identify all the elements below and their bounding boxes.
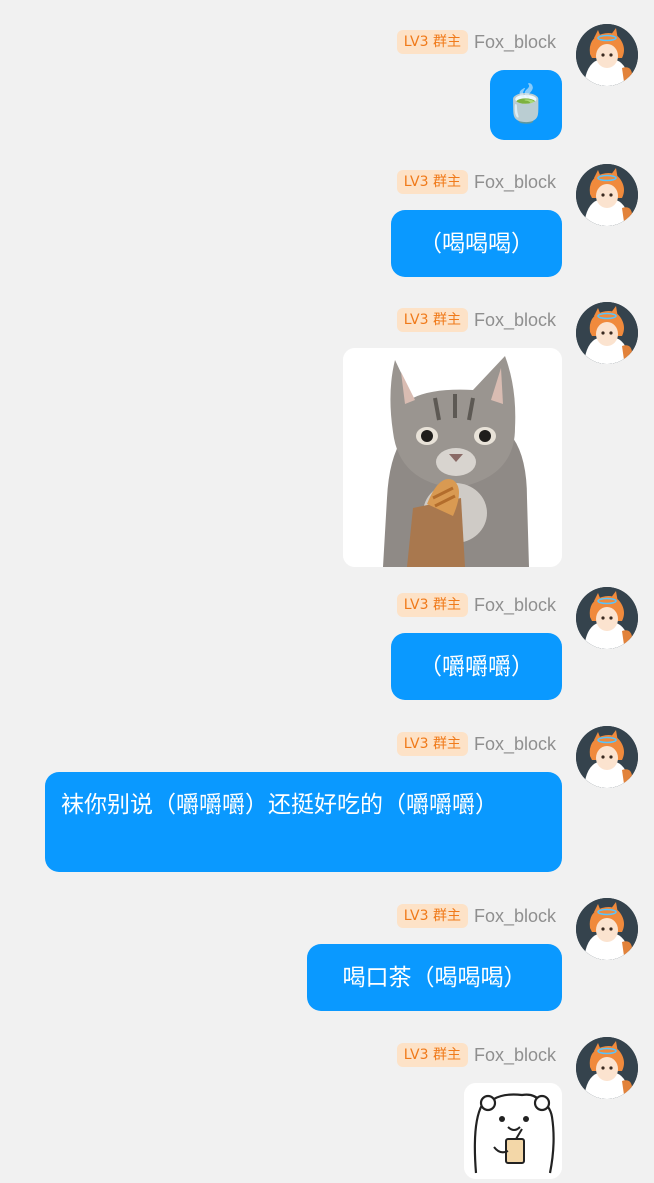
avatar[interactable]	[576, 302, 638, 364]
tea-cup-icon: 🍵	[503, 84, 549, 125]
sender-meta: LV3 群主 Fox_block	[396, 904, 556, 928]
avatar[interactable]	[576, 726, 638, 788]
message-text: （嚼嚼嚼）	[419, 653, 534, 680]
sender-meta: LV3 群主 Fox_block	[396, 30, 556, 54]
sender-name[interactable]: Fox_block	[474, 593, 556, 617]
message-bubble[interactable]: （喝喝喝）	[391, 210, 562, 277]
message-bubble[interactable]: 喝口茶（喝喝喝）	[307, 944, 562, 1011]
sender-name[interactable]: Fox_block	[474, 1043, 556, 1067]
bear-drinking-sticker[interactable]	[464, 1083, 562, 1179]
message-text: 喝口茶（喝喝喝）	[342, 964, 527, 991]
sender-meta: LV3 群主 Fox_block	[396, 1043, 556, 1067]
level-badge: LV3 群主	[396, 308, 468, 332]
sender-name[interactable]: Fox_block	[474, 308, 556, 332]
sender-name[interactable]: Fox_block	[474, 170, 556, 194]
message-bubble[interactable]: （嚼嚼嚼）	[391, 633, 562, 700]
avatar[interactable]	[576, 164, 638, 226]
level-badge: LV3 群主	[396, 170, 468, 194]
sender-name[interactable]: Fox_block	[474, 30, 556, 54]
level-badge: LV3 群主	[396, 1043, 468, 1067]
level-badge: LV3 群主	[396, 904, 468, 928]
sender-meta: LV3 群主 Fox_block	[396, 732, 556, 756]
sender-meta: LV3 群主 Fox_block	[396, 308, 556, 332]
avatar[interactable]	[576, 24, 638, 86]
avatar[interactable]	[576, 1037, 638, 1099]
level-badge: LV3 群主	[396, 30, 468, 54]
sender-name[interactable]: Fox_block	[474, 732, 556, 756]
sender-meta: LV3 群主 Fox_block	[396, 593, 556, 617]
level-badge: LV3 群主	[396, 593, 468, 617]
level-badge: LV3 群主	[396, 732, 468, 756]
cat-eating-bread-sticker[interactable]	[343, 348, 562, 567]
message-bubble[interactable]: 🍵	[490, 70, 562, 140]
message-text: 袜你别说（嚼嚼嚼）还挺好吃的（嚼嚼嚼）	[61, 792, 498, 818]
message-text: （喝喝喝）	[419, 230, 534, 257]
avatar[interactable]	[576, 587, 638, 649]
message-bubble[interactable]: 袜你别说（嚼嚼嚼）还挺好吃的（嚼嚼嚼）	[45, 772, 562, 872]
sender-meta: LV3 群主 Fox_block	[396, 170, 556, 194]
sender-name[interactable]: Fox_block	[474, 904, 556, 928]
avatar[interactable]	[576, 898, 638, 960]
